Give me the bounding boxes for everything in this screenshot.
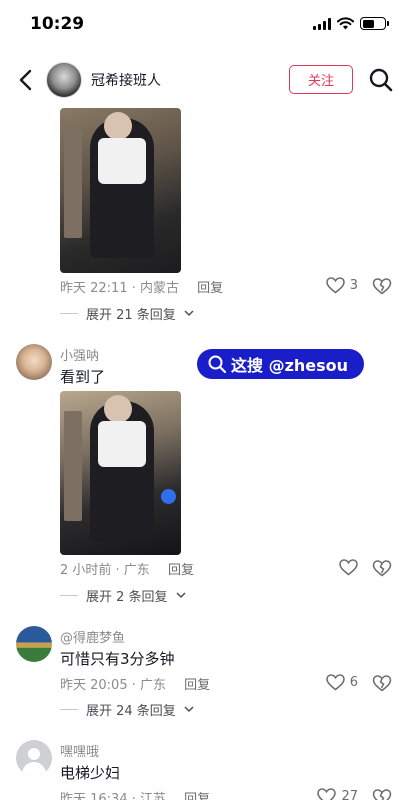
dislike-icon[interactable] <box>372 673 392 693</box>
dislike-icon[interactable] <box>372 276 392 296</box>
comment-meta: 昨天 20:05 · 广东 回复 <box>60 674 210 693</box>
back-arrow-icon[interactable] <box>14 66 38 94</box>
comment-meta: 昨天 16:34 · 江苏 回复 <box>60 788 210 800</box>
expand-replies[interactable]: 展开 24 条回复 <box>60 700 194 719</box>
dislike-icon[interactable] <box>372 558 392 578</box>
comment-video-thumbnail[interactable] <box>60 391 181 555</box>
watermark-text: 这搜 @zhesou <box>231 356 349 375</box>
cellular-signal-icon <box>313 17 331 30</box>
wifi-icon <box>337 17 354 30</box>
like-count: 3 <box>349 278 358 293</box>
expand-replies[interactable]: 展开 21 条回复 <box>60 304 194 323</box>
reply-button[interactable]: 回复 <box>184 792 210 800</box>
commenter-avatar[interactable] <box>16 626 52 662</box>
battery-icon <box>360 17 389 30</box>
like-button[interactable] <box>339 559 358 576</box>
like-button[interactable]: 27 <box>317 788 358 800</box>
status-time: 10:29 <box>30 14 85 34</box>
follow-button[interactable]: 关注 <box>289 65 353 94</box>
top-bar: 冠希接班人 关注 <box>0 56 408 106</box>
reply-button[interactable]: 回复 <box>184 678 210 693</box>
comment-text: 电梯少妇 <box>60 764 121 782</box>
heart-icon[interactable] <box>325 674 345 691</box>
expand-replies-label: 展开 2 条回复 <box>86 590 168 605</box>
reply-button[interactable]: 回复 <box>168 563 194 578</box>
expand-replies[interactable]: 展开 2 条回复 <box>60 586 186 605</box>
comment-meta: 2 小时前 · 广东 回复 <box>60 559 194 578</box>
heart-icon[interactable] <box>339 559 358 576</box>
comment-text: 可惜只有3分多钟 <box>60 650 175 668</box>
comment-video-thumbnail[interactable] <box>60 108 181 273</box>
like-count: 6 <box>349 675 358 690</box>
author-name[interactable]: 冠希接班人 <box>91 70 161 90</box>
chevron-down-icon <box>184 706 194 713</box>
comment-time: 昨天 22:11 · 内蒙古 <box>60 281 179 296</box>
expand-replies-label: 展开 24 条回复 <box>86 704 176 719</box>
author-avatar[interactable] <box>46 62 82 98</box>
commenter-avatar[interactable] <box>16 344 52 380</box>
status-bar: 10:29 <box>0 0 408 48</box>
search-icon[interactable] <box>368 67 394 93</box>
like-button[interactable]: 3 <box>325 277 358 294</box>
chevron-down-icon <box>184 310 194 317</box>
comment-list[interactable]: 昨天 22:11 · 内蒙古 回复 3 展开 21 条回复 小强呐 看到了 这搜… <box>0 106 408 800</box>
commenter-name[interactable]: 小强呐 <box>60 345 99 364</box>
like-button[interactable]: 6 <box>325 674 358 691</box>
dislike-icon[interactable] <box>372 787 392 800</box>
comment-meta: 昨天 22:11 · 内蒙古 回复 <box>60 277 223 296</box>
heart-icon[interactable] <box>317 788 337 800</box>
watermark-badge: 这搜 @zhesou <box>197 349 364 379</box>
heart-icon[interactable] <box>325 277 345 294</box>
commenter-avatar[interactable] <box>16 740 52 776</box>
chevron-down-icon <box>176 592 186 599</box>
comment-time: 昨天 16:34 · 江苏 <box>60 792 166 800</box>
reply-button[interactable]: 回复 <box>197 281 223 296</box>
like-count: 27 <box>341 789 358 800</box>
comment-text: 看到了 <box>60 368 106 386</box>
commenter-name[interactable]: 嘿嘿哦 <box>60 741 99 760</box>
commenter-name[interactable]: @得鹿梦鱼 <box>60 627 125 646</box>
status-icons <box>313 17 389 30</box>
comment-time: 2 小时前 · 广东 <box>60 563 150 578</box>
search-icon <box>208 355 227 374</box>
expand-replies-label: 展开 21 条回复 <box>86 308 176 323</box>
comment-time: 昨天 20:05 · 广东 <box>60 678 166 693</box>
